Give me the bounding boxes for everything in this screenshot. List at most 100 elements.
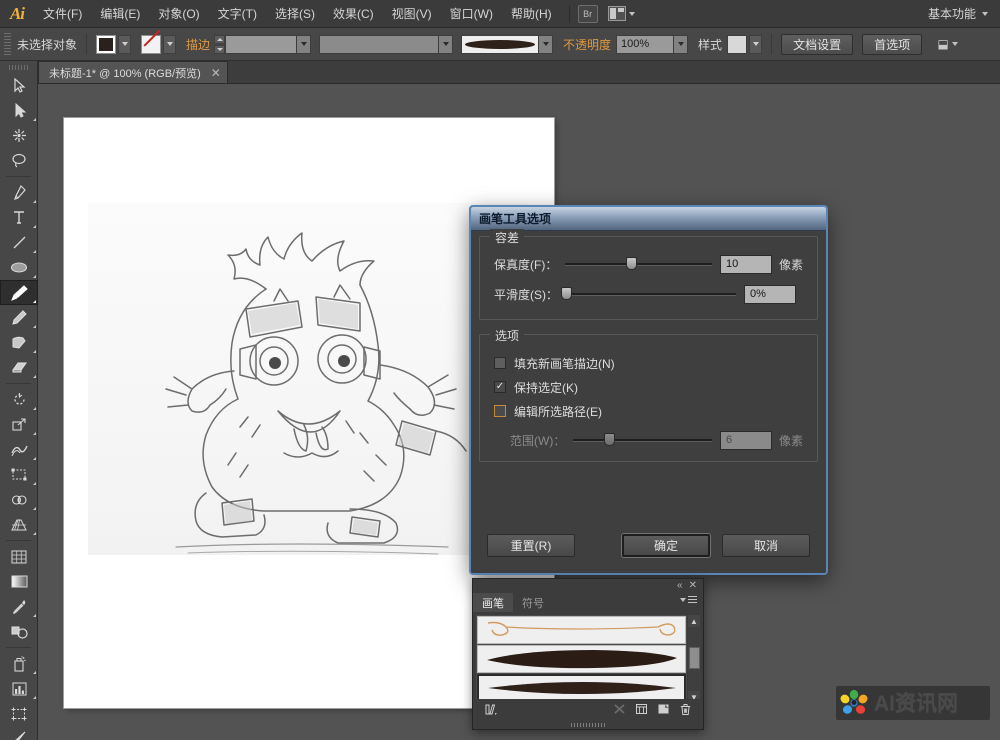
fill-new-brush-strokes-checkbox[interactable]: 填充新画笔描边(N) [494,351,803,375]
brush-item[interactable] [477,616,686,644]
checkbox-box[interactable]: ✓ [494,381,506,393]
stepper-down-icon[interactable] [214,44,226,54]
stroke-profile-value[interactable] [319,34,440,54]
collapse-icon[interactable]: « [677,581,683,591]
brush-definition-preview[interactable] [461,34,540,54]
brush-list-container[interactable]: ▲ ▼ [476,615,701,703]
tool-paintbrush[interactable] [0,280,38,305]
tool-blob-brush[interactable] [0,330,38,355]
preferences-button[interactable]: 首选项 [862,33,923,55]
panel-menu-button[interactable] [680,596,697,603]
tool-slice[interactable] [0,726,38,740]
placed-sketch-image[interactable] [88,203,528,555]
brush-list[interactable] [476,615,687,703]
stroke-profile-combobox[interactable] [319,34,454,54]
tool-perspective-grid[interactable] [0,512,38,537]
smoothness-input[interactable]: 0% [744,284,796,304]
stroke-profile-dropdown-icon[interactable] [439,34,454,54]
arrange-documents-button[interactable] [607,6,635,21]
opacity-dropdown-icon[interactable] [674,34,689,54]
stroke-weight-value[interactable] [225,34,298,54]
smoothness-slider[interactable] [561,286,736,302]
fill-color-swatch[interactable] [96,34,117,54]
menu-select[interactable]: 选择(S) [266,0,324,28]
graphic-style-swatch[interactable] [727,34,748,54]
tool-eyedropper[interactable] [0,594,38,619]
workspace-switcher[interactable]: 基本功能 [928,5,1000,22]
tab-brushes[interactable]: 画笔 [473,593,513,612]
control-bar-grip[interactable] [4,33,11,55]
scrollbar-thumb[interactable] [688,647,700,670]
close-icon[interactable]: ✕ [211,66,221,80]
tool-symbol-sprayer[interactable] [0,651,38,676]
stepper-up-icon[interactable] [214,34,226,44]
document-tab[interactable]: 未标题-1* @ 100% (RGB/预览) ✕ [38,61,228,83]
brush-item[interactable] [477,674,686,702]
tool-selection[interactable] [0,73,38,98]
brush-options-icon[interactable] [631,701,651,718]
paintbrush-tool-options-dialog[interactable]: 画笔工具选项 容差 保真度(F)： 10 像素 平滑度(S)： 0% 选项 填充… [469,205,828,575]
checkbox-box[interactable] [494,357,506,369]
document-setup-button[interactable]: 文档设置 [781,33,854,55]
menu-file[interactable]: 文件(F) [34,0,91,28]
checkbox-box[interactable] [494,405,506,417]
stroke-dropdown-button[interactable] [163,34,177,54]
fidelity-slider-thumb[interactable] [626,257,638,270]
menu-window[interactable]: 窗口(W) [441,0,502,28]
tool-line-segment[interactable] [0,230,38,255]
tool-pen[interactable] [0,180,38,205]
tools-panel-grip[interactable] [0,61,37,73]
brushes-panel[interactable]: « ✕ 画笔 符号 ▲ ▼ [472,578,704,730]
reset-button[interactable]: 重置(R) [487,534,575,557]
stroke-weight-dropdown-icon[interactable] [297,34,312,54]
fidelity-input[interactable]: 10 [719,254,772,274]
opacity-combobox[interactable]: 100% [616,34,689,54]
tool-type[interactable] [0,205,38,230]
tool-artboard[interactable] [0,701,38,726]
dialog-title-bar[interactable]: 画笔工具选项 [471,207,826,231]
cancel-button[interactable]: 取消 [722,534,810,557]
tool-mesh[interactable] [0,544,38,569]
panel-resize-grip[interactable] [473,721,703,728]
tool-direct-selection[interactable] [0,98,38,123]
tool-blend[interactable] [0,619,38,644]
brush-definition-dropdown-icon[interactable] [539,34,554,54]
stroke-weight-combobox[interactable] [225,34,312,54]
tool-width[interactable] [0,437,38,462]
bridge-icon[interactable]: Br [577,4,598,23]
close-icon[interactable]: ✕ [689,581,697,591]
menu-type[interactable]: 文字(T) [209,0,266,28]
align-cursor-icon[interactable]: ⬓ [934,36,952,52]
ok-button[interactable]: 确定 [622,534,710,557]
brush-list-scrollbar[interactable]: ▲ ▼ [687,615,701,703]
tool-magic-wand[interactable] [0,123,38,148]
tool-rotate[interactable] [0,387,38,412]
stroke-weight-stepper[interactable] [214,34,226,54]
tool-scale[interactable] [0,412,38,437]
new-brush-icon[interactable] [653,701,673,718]
menu-effect[interactable]: 效果(C) [324,0,383,28]
menu-help[interactable]: 帮助(H) [502,0,561,28]
tool-gradient[interactable] [0,569,38,594]
smoothness-slider-thumb[interactable] [561,287,572,300]
fill-dropdown-button[interactable] [118,34,132,54]
fidelity-slider[interactable] [565,256,712,272]
tool-pencil[interactable] [0,305,38,330]
keep-selected-checkbox[interactable]: ✓ 保持选定(K) [494,375,803,399]
menu-object[interactable]: 对象(O) [149,0,208,28]
brush-definition-combobox[interactable] [461,34,554,54]
tool-column-graph[interactable] [0,676,38,701]
delete-brush-icon[interactable] [675,701,695,718]
brush-item[interactable] [477,645,686,673]
menu-view[interactable]: 视图(V) [383,0,441,28]
tab-symbols[interactable]: 符号 [513,593,553,612]
tool-shape-builder[interactable] [0,487,38,512]
scrollbar-track[interactable] [687,627,701,691]
tool-ellipse[interactable] [0,255,38,280]
tool-lasso[interactable] [0,148,38,173]
scroll-up-icon[interactable]: ▲ [688,615,701,627]
tool-free-transform[interactable] [0,462,38,487]
style-dropdown-button[interactable] [749,34,763,54]
edit-selected-paths-checkbox[interactable]: 编辑所选路径(E) [494,399,803,423]
chevron-down-icon[interactable] [952,42,959,46]
